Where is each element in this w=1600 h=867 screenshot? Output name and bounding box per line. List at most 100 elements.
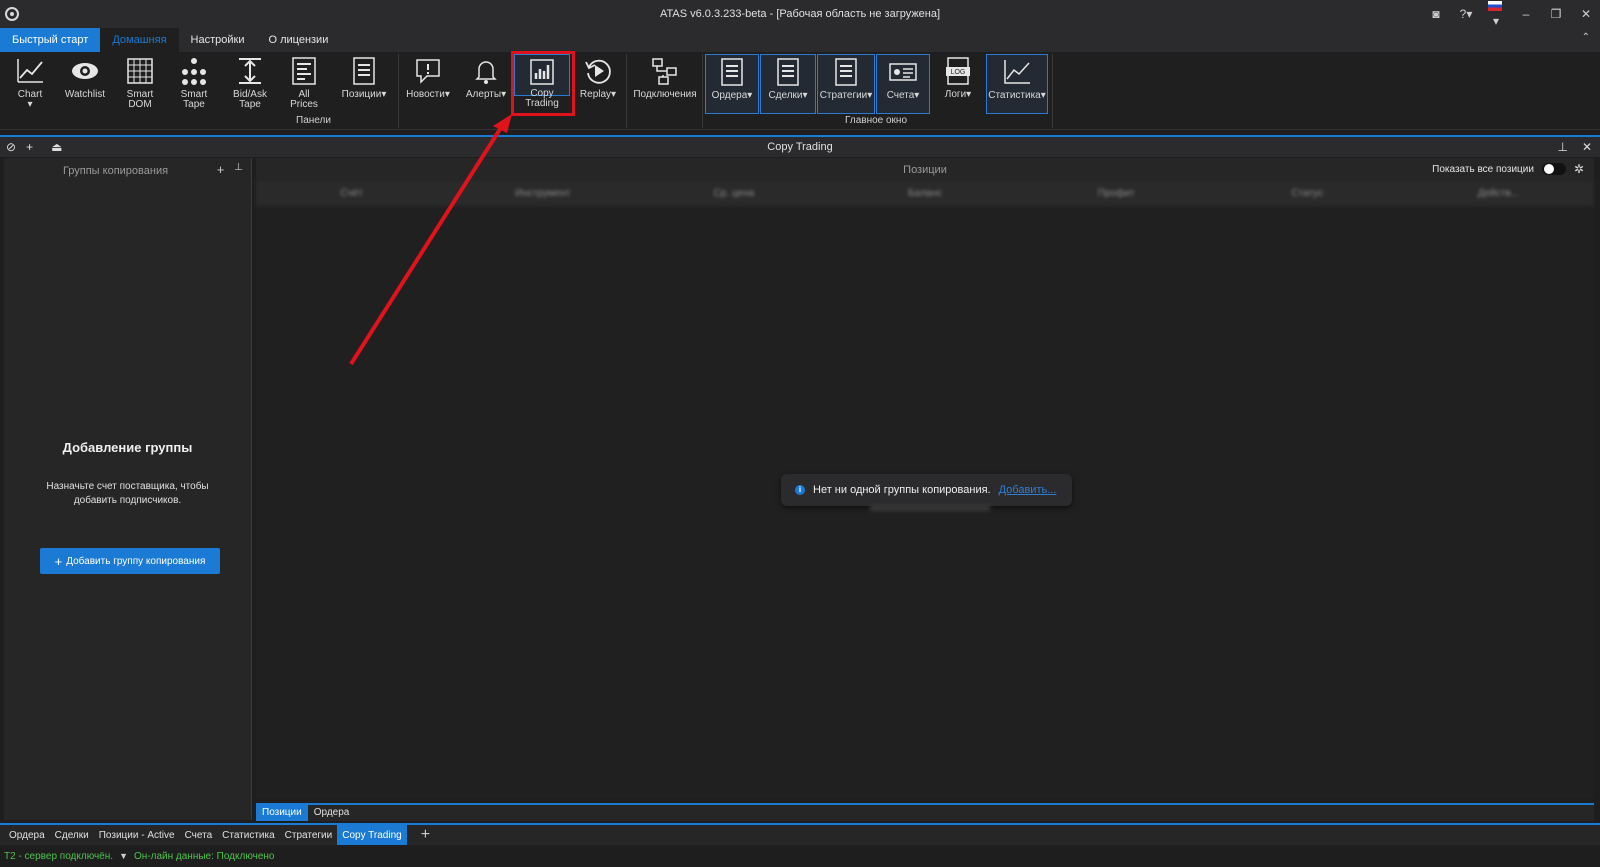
group-separator bbox=[398, 54, 399, 128]
column-header[interactable]: Действ... bbox=[1403, 188, 1594, 199]
pin-icon[interactable]: ⊥ bbox=[1557, 140, 1567, 154]
tab-settings[interactable]: Настройки bbox=[179, 28, 257, 52]
add-group-icon[interactable]: + bbox=[217, 162, 225, 177]
connections-icon bbox=[652, 58, 677, 85]
grid-icon bbox=[127, 58, 153, 84]
group-separator bbox=[702, 54, 703, 128]
tab-orders[interactable]: Ордера bbox=[308, 805, 356, 821]
copy-groups-actions: + ⊥ bbox=[217, 162, 243, 177]
workspace-tabs: Ордера Сделки Позиции - Active Счета Ста… bbox=[0, 823, 1600, 845]
tab-license[interactable]: О лицензии bbox=[256, 28, 340, 52]
group-label-main-window: Главное окно bbox=[845, 115, 908, 126]
column-header[interactable]: Ср. цена bbox=[638, 188, 829, 199]
group-separator bbox=[626, 54, 627, 128]
group-label-panels: Панели bbox=[296, 115, 331, 126]
column-header[interactable]: Профит bbox=[1021, 188, 1212, 199]
all-prices-icon bbox=[292, 57, 316, 85]
close-icon[interactable]: ✕ bbox=[1578, 7, 1594, 21]
column-header[interactable]: Счёт bbox=[256, 188, 447, 199]
bidask-icon bbox=[239, 58, 261, 84]
collapse-ribbon-icon[interactable]: ⌃ bbox=[1582, 32, 1590, 43]
show-all-toggle[interactable] bbox=[1541, 163, 1566, 175]
alerts-button[interactable]: Алерты▾ bbox=[460, 54, 512, 114]
minimize-icon[interactable]: – bbox=[1518, 7, 1534, 21]
tab-home[interactable]: Домашняя bbox=[100, 28, 179, 52]
tab-orders[interactable]: Ордера bbox=[4, 825, 50, 845]
all-prices-button[interactable]: All Prices bbox=[284, 54, 324, 114]
tab-strategies[interactable]: Стратегии bbox=[280, 825, 338, 845]
panel-title: Copy Trading bbox=[767, 141, 833, 153]
column-header[interactable]: Баланс bbox=[829, 188, 1020, 199]
statistics-chart-icon bbox=[1004, 60, 1030, 84]
log-icon: LOG bbox=[946, 57, 970, 85]
accounts-card-icon bbox=[889, 63, 917, 81]
copy-groups-title: Группы копирования bbox=[62, 165, 169, 177]
online-data-status: Он-лайн данные: Подключено bbox=[133, 850, 275, 862]
smart-dom-button[interactable]: Smart DOM bbox=[118, 54, 162, 114]
server-status: T2 - сервер подключён. bbox=[4, 850, 114, 862]
strategies-button[interactable]: Стратегии▾ bbox=[817, 54, 875, 114]
window-title: ATAS v6.0.3.233-beta - [Рабочая область … bbox=[659, 8, 941, 20]
tape-tree-icon bbox=[182, 58, 206, 85]
add-group-heading: Добавление группы bbox=[62, 440, 193, 455]
add-tab-icon[interactable]: + bbox=[415, 826, 436, 844]
bell-icon bbox=[475, 61, 497, 84]
trades-button[interactable]: Сделки▾ bbox=[760, 54, 816, 114]
column-header[interactable]: Статус bbox=[1212, 188, 1403, 199]
add-group-description: Назначьте счет поставщика, чтобы добавит… bbox=[46, 481, 209, 506]
menu-tabs: Быстрый старт Домашняя Настройки О лицен… bbox=[0, 28, 1600, 52]
news-button[interactable]: Новости▾ bbox=[402, 54, 454, 114]
tab-accounts[interactable]: Счета bbox=[180, 825, 218, 845]
copy-groups-header: Группы копирования + ⊥ bbox=[4, 158, 251, 182]
title-bar: ATAS v6.0.3.233-beta - [Рабочая область … bbox=[0, 0, 1600, 28]
chart-button[interactable]: Chart ▾ bbox=[8, 54, 52, 114]
panel-header-actions: ⊥ ✕ bbox=[1557, 140, 1592, 154]
logs-button[interactable]: LOG Логи▾ bbox=[936, 54, 980, 114]
orders-button[interactable]: Ордера▾ bbox=[705, 54, 759, 114]
positions-title: Позиции bbox=[903, 164, 947, 176]
add-link[interactable]: Добавить... bbox=[999, 484, 1057, 496]
tab-quick-start[interactable]: Быстрый старт bbox=[0, 28, 101, 52]
watchlist-button[interactable]: Watchlist bbox=[60, 54, 110, 114]
eye-icon bbox=[72, 63, 98, 79]
panel-header: ⊘ + ⏏ Copy Trading ⊥ ✕ bbox=[0, 135, 1600, 157]
info-icon: i bbox=[795, 485, 805, 495]
bidask-tape-button[interactable]: Bid/Ask Tape bbox=[228, 54, 272, 114]
settings-gear-icon[interactable]: ✲ bbox=[1574, 162, 1584, 176]
tab-copy-trading[interactable]: Copy Trading bbox=[337, 825, 407, 845]
window-controls: ◙ ?▾ ▾ – ❐ ✕ bbox=[1428, 1, 1594, 28]
accounts-button[interactable]: Счета▾ bbox=[876, 54, 930, 114]
positions-header: Позиции Показать все позиции ✲ bbox=[256, 158, 1594, 180]
tab-positions[interactable]: Позиции bbox=[256, 805, 308, 821]
help-icon[interactable]: ?▾ bbox=[1458, 7, 1474, 21]
no-groups-toast: i Нет ни одной группы копирования. Добав… bbox=[781, 474, 1072, 506]
chevron-down-icon[interactable]: ▼ bbox=[119, 851, 128, 861]
language-flag-icon[interactable]: ▾ bbox=[1488, 0, 1504, 28]
news-bubble-icon bbox=[416, 59, 440, 84]
restore-icon[interactable]: ❐ bbox=[1548, 7, 1564, 21]
tab-statistics[interactable]: Статистика bbox=[217, 825, 280, 845]
ribbon: Chart ▾ Watchlist Smart DOM Smart Tape Bi… bbox=[0, 52, 1600, 130]
pin-icon[interactable]: ⊥ bbox=[234, 162, 243, 177]
positions-list-icon bbox=[353, 57, 375, 85]
replay-button[interactable]: Replay▾ bbox=[576, 54, 620, 114]
positions-inner-tabs: Позиции Ордера bbox=[256, 803, 1594, 821]
highlight-box bbox=[511, 51, 575, 116]
show-all-positions: Показать все позиции ✲ bbox=[1432, 162, 1584, 176]
smart-tape-button[interactable]: Smart Tape bbox=[172, 54, 216, 114]
add-copy-group-button[interactable]: + Добавить группу копирования bbox=[40, 548, 220, 574]
chart-icon bbox=[17, 59, 43, 83]
camera-icon[interactable]: ◙ bbox=[1428, 7, 1444, 21]
panel-close-icon[interactable]: ✕ bbox=[1582, 140, 1592, 154]
connections-button[interactable]: Подключения bbox=[630, 54, 700, 114]
orders-list-icon bbox=[721, 58, 743, 86]
positions-button[interactable]: Позиции▾ bbox=[338, 54, 390, 114]
tab-positions-active[interactable]: Позиции - Active bbox=[94, 825, 180, 845]
plus-icon: + bbox=[54, 553, 63, 569]
tab-trades[interactable]: Сделки bbox=[50, 825, 94, 845]
statistics-button[interactable]: Статистика▾ bbox=[986, 54, 1048, 114]
status-bar: T2 - сервер подключён. ▼ Он-лайн данные:… bbox=[0, 845, 1600, 867]
positions-table-header: Счёт Инструмент Ср. цена Баланс Профит С… bbox=[256, 180, 1594, 206]
column-header[interactable]: Инструмент bbox=[447, 188, 638, 199]
copy-groups-panel: Группы копирования + ⊥ Добавление группы… bbox=[4, 158, 252, 820]
